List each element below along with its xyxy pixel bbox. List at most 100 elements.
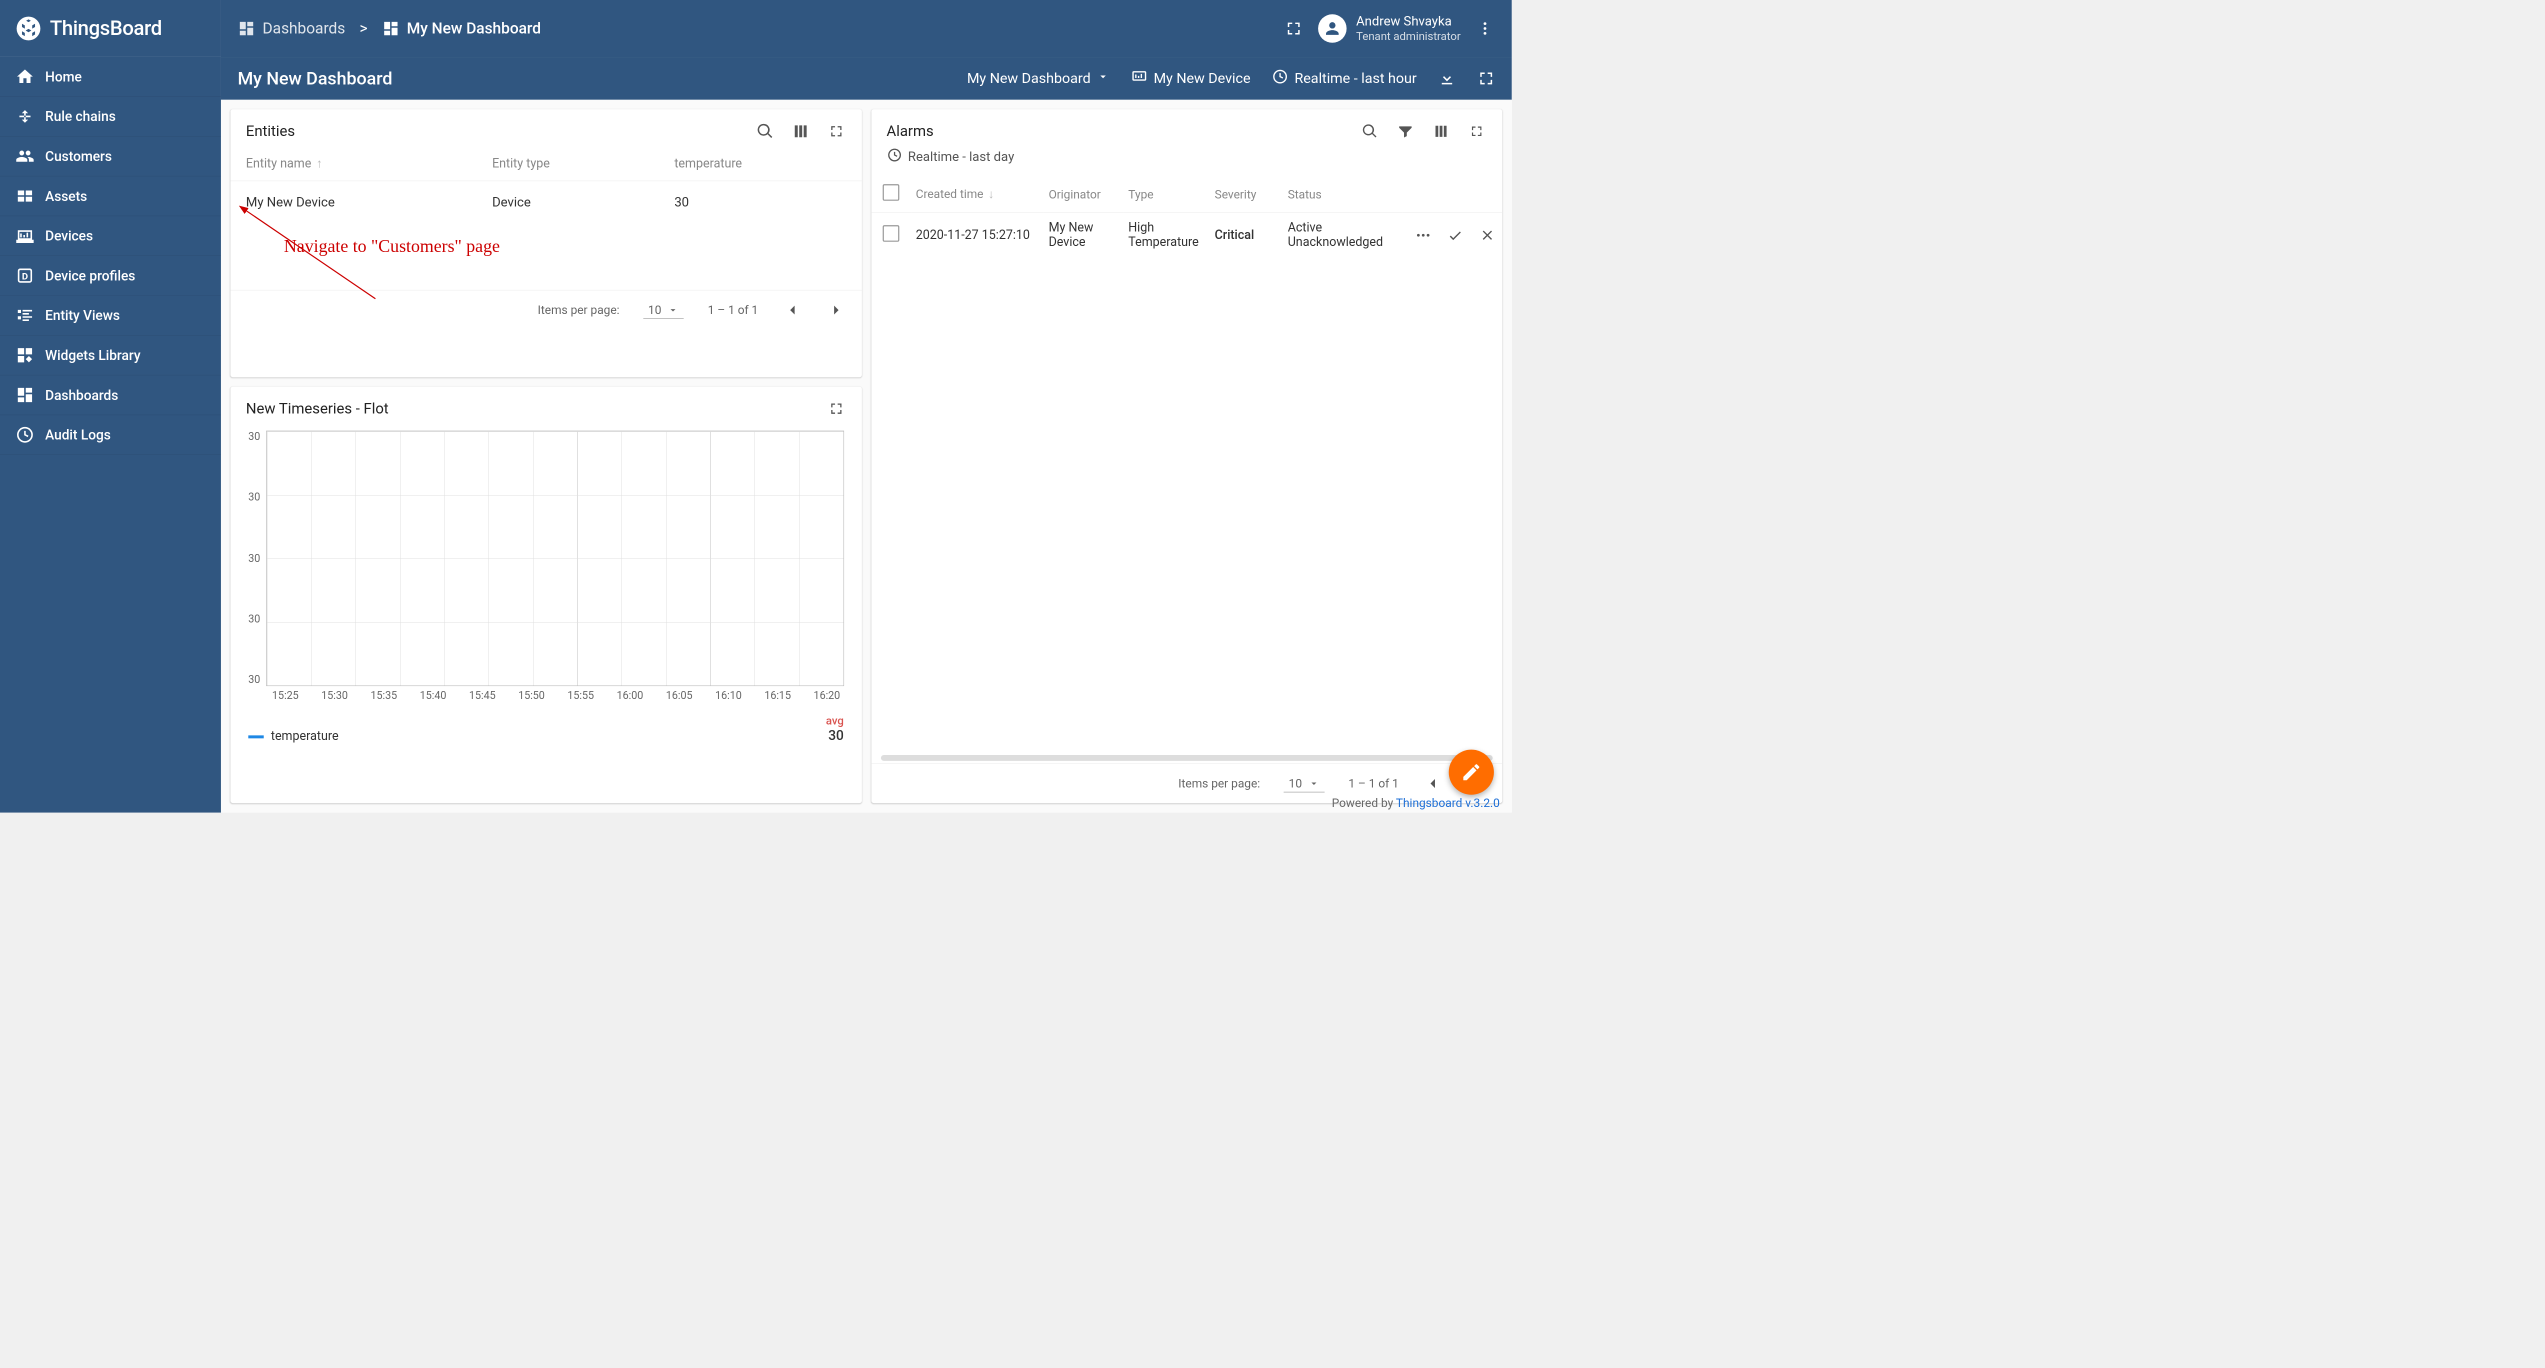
more-horiz-icon[interactable] [1413, 225, 1433, 245]
device-icon [1131, 68, 1148, 88]
page-size-select[interactable]: 10 [643, 301, 684, 318]
col-entity-name[interactable]: Entity name↑ [230, 147, 476, 181]
breadcrumb-current-label: My New Dashboard [407, 20, 541, 38]
col-created-time[interactable]: Created time↓ [911, 176, 1044, 213]
sidebar-item-audit-logs[interactable]: Audit Logs [0, 415, 221, 455]
timeseries-widget: New Timeseries - Flot 30 30 30 30 30 [230, 387, 861, 803]
footer-link[interactable]: Thingsboard v.3.2.0 [1396, 796, 1500, 810]
columns-icon[interactable] [1431, 121, 1451, 141]
customers-icon [15, 147, 34, 166]
breadcrumb-separator: > [359, 20, 367, 38]
svg-text:D: D [22, 272, 28, 283]
sidebar-item-device-profiles[interactable]: D Device profiles [0, 256, 221, 296]
clear-icon[interactable] [1477, 225, 1497, 245]
filter-icon[interactable] [1395, 121, 1415, 141]
widgets-icon [15, 346, 34, 365]
sidebar-item-label: Device profiles [45, 268, 135, 284]
dashboard-selector[interactable]: My New Dashboard [967, 70, 1110, 87]
page-title: My New Dashboard [238, 68, 393, 89]
timewindow-selector[interactable]: Realtime - last hour [1272, 68, 1417, 88]
widget-title: New Timeseries - Flot [246, 400, 389, 417]
cell-entity-name: My New Device [230, 181, 476, 225]
audit-logs-icon [15, 425, 34, 444]
legend-label: temperature [271, 729, 339, 743]
avg-value: 30 [826, 728, 844, 744]
fullscreen-dashboard-icon[interactable] [1477, 69, 1495, 87]
widget-title: Entities [246, 123, 295, 140]
entity-views-icon [15, 306, 34, 325]
ack-icon[interactable] [1445, 225, 1465, 245]
y-axis-ticks: 30 30 30 30 30 [248, 431, 266, 686]
col-severity[interactable]: Severity [1210, 176, 1283, 213]
entities-table: Entity name↑ Entity type temperature My … [230, 147, 861, 224]
col-status[interactable]: Status [1283, 176, 1403, 213]
annotation-text: Navigate to "Customers" page [230, 225, 861, 257]
chart-legend[interactable]: temperature [248, 729, 338, 743]
select-all-checkbox[interactable] [871, 176, 911, 213]
footer: Powered by Thingsboard v.3.2.0 [1332, 796, 1500, 810]
fullscreen-icon[interactable] [826, 399, 846, 419]
user-menu[interactable]: Andrew Shvayka Tenant administrator [1318, 14, 1461, 43]
sidebar-item-label: Dashboards [45, 387, 118, 403]
col-temperature[interactable]: temperature [659, 147, 862, 181]
alarms-table: Created time↓ Originator Type Severity S… [871, 176, 1502, 258]
col-entity-type[interactable]: Entity type [477, 147, 659, 181]
alarms-timewindow-label: Realtime - last day [908, 149, 1014, 164]
sidebar-item-rule-chains[interactable]: Rule chains [0, 97, 221, 137]
brand-name: ThingsBoard [50, 16, 162, 40]
fullscreen-icon[interactable] [1284, 18, 1304, 38]
fullscreen-icon[interactable] [1467, 121, 1487, 141]
user-role: Tenant administrator [1356, 29, 1460, 43]
sidebar-item-label: Rule chains [45, 108, 116, 124]
sidebar-item-devices[interactable]: Devices [0, 216, 221, 256]
horizontal-scrollbar[interactable] [881, 755, 1493, 761]
sidebar-item-label: Customers [45, 148, 112, 164]
cell-entity-type: Device [477, 181, 659, 225]
next-page-icon[interactable] [826, 300, 846, 320]
clock-icon [887, 147, 902, 166]
home-icon [15, 67, 34, 86]
edit-dashboard-fab[interactable] [1449, 750, 1494, 795]
col-originator[interactable]: Originator [1044, 176, 1124, 213]
breadcrumb-current[interactable]: My New Dashboard [382, 20, 541, 38]
devices-icon [15, 226, 34, 245]
dashboard-icon [382, 20, 400, 38]
breadcrumb: Dashboards > My New Dashboard [238, 20, 541, 38]
topbar: Dashboards > My New Dashboard Andrew Shv… [221, 0, 1512, 57]
export-button[interactable] [1438, 69, 1456, 87]
sidebar-item-home[interactable]: Home [0, 57, 221, 97]
prev-page-icon[interactable] [1423, 773, 1443, 793]
assets-icon [15, 187, 34, 206]
sidebar-item-entity-views[interactable]: Entity Views [0, 296, 221, 336]
col-type[interactable]: Type [1124, 176, 1210, 213]
table-row[interactable]: 2020-11-27 15:27:10 My New Device High T… [871, 212, 1502, 257]
row-checkbox[interactable] [871, 212, 911, 257]
sidebar: ThingsBoard Home Rule chains Customers A… [0, 0, 221, 813]
dashboard-icon [238, 20, 256, 38]
sidebar-item-assets[interactable]: Assets [0, 176, 221, 216]
plot-area[interactable] [266, 431, 844, 686]
columns-icon[interactable] [790, 121, 810, 141]
search-icon[interactable] [1360, 121, 1380, 141]
brand-logo[interactable]: ThingsBoard [0, 0, 221, 57]
page-size-select[interactable]: 10 [1284, 775, 1325, 792]
more-vert-icon[interactable] [1475, 18, 1495, 38]
dashboard-content: Entities Entity name↑ Entity type temper… [221, 100, 1512, 813]
pager-range: 1 – 1 of 1 [708, 303, 759, 317]
table-row[interactable]: My New Device Device 30 [230, 181, 861, 225]
entity-selector[interactable]: My New Device [1131, 68, 1250, 88]
fullscreen-icon[interactable] [826, 121, 846, 141]
alarms-timewindow[interactable]: Realtime - last day [871, 147, 1502, 176]
sort-asc-icon: ↑ [316, 157, 322, 171]
prev-page-icon[interactable] [782, 300, 802, 320]
sidebar-item-dashboards[interactable]: Dashboards [0, 375, 221, 415]
search-icon[interactable] [755, 121, 775, 141]
dashboards-icon [15, 386, 34, 405]
pager-range: 1 – 1 of 1 [1348, 776, 1399, 790]
timewindow-label: Realtime - last hour [1294, 70, 1416, 87]
legend-swatch [248, 735, 263, 738]
sidebar-item-customers[interactable]: Customers [0, 137, 221, 177]
breadcrumb-root-label: Dashboards [263, 20, 346, 38]
sidebar-item-widgets-library[interactable]: Widgets Library [0, 336, 221, 376]
breadcrumb-root[interactable]: Dashboards [238, 20, 346, 38]
